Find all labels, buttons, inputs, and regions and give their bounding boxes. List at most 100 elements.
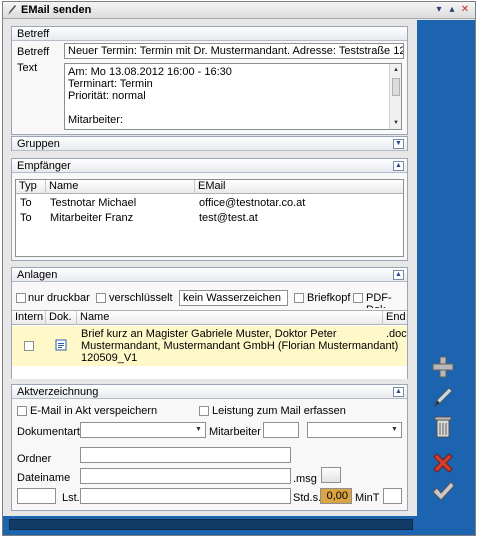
action-sidebar <box>417 20 475 516</box>
wasserzeichen-select[interactable]: kein Wasserzeichen <box>179 290 288 306</box>
empfaenger-section-title: Empfänger <box>17 160 71 172</box>
title-bar: EMail senden ▾ ▴ ✕ <box>3 2 475 19</box>
stds-input[interactable]: 0,00 <box>320 488 352 504</box>
col-typ[interactable]: Typ <box>16 180 46 194</box>
col-email[interactable]: EMail <box>195 180 403 194</box>
mitarbeiter-select[interactable]: ▼ <box>307 422 402 438</box>
verschluesselt-checkbox[interactable] <box>96 293 106 303</box>
email-speichern-checkbox[interactable] <box>17 406 27 416</box>
anlagen-section-header: Anlagen ▲ <box>12 268 407 282</box>
row-name: Testnotar Michael <box>50 197 137 209</box>
mint-label: MinT <box>355 492 380 504</box>
scroll-up-icon[interactable]: ▲ <box>391 65 401 75</box>
attachment-name-line: 120509_V1 <box>81 352 138 364</box>
row-email: test@test.at <box>199 212 258 224</box>
briefkopf-checkbox[interactable] <box>294 293 304 303</box>
scroll-down-icon[interactable]: ▼ <box>391 118 401 128</box>
recipients-table: Typ Name EMail To Testnotar Michael offi… <box>15 179 404 257</box>
word-doc-icon <box>55 339 67 351</box>
attachment-ext: .doc <box>386 328 407 340</box>
collapse-icon[interactable]: ▲ <box>393 161 404 171</box>
aktverzeichnung-section-header: Aktverzeichnung ▲ <box>12 385 407 399</box>
edit-pen-icon[interactable] <box>430 384 456 410</box>
empfaenger-section: Empfänger ▲ Typ Name EMail To Testnotar … <box>11 158 408 261</box>
aktverzeichnung-section-title: Aktverzeichnung <box>17 386 99 398</box>
betreff-section-title: Betreff <box>17 28 50 40</box>
email-send-window: EMail senden ▾ ▴ ✕ Betreff Betreff Neuer… <box>2 1 476 536</box>
status-bar-field <box>9 519 413 530</box>
stds-label: Std.s. <box>293 492 322 504</box>
betreff-label: Betreff <box>17 46 50 58</box>
betreff-section-header: Betreff <box>12 27 407 41</box>
status-bar <box>3 516 475 535</box>
wasserzeichen-value: kein Wasserzeichen <box>183 292 282 304</box>
empfaenger-section-header: Empfänger ▲ <box>12 159 407 173</box>
lst-input[interactable] <box>80 488 291 504</box>
text-line: Mitarbeiter: <box>68 114 124 126</box>
text-line: Priorität: normal <box>68 90 146 102</box>
gruppen-section-header[interactable]: Gruppen ▼ <box>12 137 407 151</box>
row-name: Mitarbeiter Franz <box>50 212 134 224</box>
pdf-dok-label: PDF-Dok <box>366 292 392 308</box>
col-name[interactable]: Name <box>46 180 195 194</box>
col-name[interactable]: Name <box>77 311 383 325</box>
aktverzeichnung-section: Aktverzeichnung ▲ E-Mail in Akt verspeic… <box>11 384 408 511</box>
window-title: EMail senden <box>21 4 92 16</box>
ordner-label: Ordner <box>17 453 52 465</box>
attachment-name-line: Brief kurz an Magister Gabriele Muster, … <box>81 328 337 340</box>
anlagen-section-title: Anlagen <box>17 269 58 281</box>
betreff-input[interactable]: Neuer Termin: Termin mit Dr. Mustermanda… <box>64 43 404 59</box>
intern-checkbox[interactable] <box>24 341 34 351</box>
table-row[interactable]: Brief kurz an Magister Gabriele Muster, … <box>12 326 407 366</box>
leistung-erfassen-label: Leistung zum Mail erfassen <box>212 405 346 417</box>
table-row[interactable]: To Testnotar Michael office@testnotar.co… <box>16 197 403 211</box>
verschluesselt-label: verschlüsselt <box>109 292 173 304</box>
anlagen-section: Anlagen ▲ nur druckbar verschlüsselt kei… <box>11 267 408 379</box>
row-typ: To <box>20 197 32 209</box>
dokumentart-select[interactable]: ▼ <box>80 422 206 438</box>
lst-code-input[interactable] <box>17 488 56 504</box>
text-area[interactable]: Am: Mo 13.08.2012 16:00 - 16:30 Terminar… <box>64 63 402 130</box>
attachment-name: Brief kurz an Magister Gabriele Muster, … <box>81 328 398 364</box>
col-end[interactable]: End <box>383 311 407 325</box>
attachment-name-line: Mustermandant, Mustermandant GmbH (Flori… <box>81 340 399 352</box>
collapse-icon[interactable]: ▲ <box>393 387 404 397</box>
confirm-checkmark-icon[interactable] <box>430 478 456 504</box>
leistung-erfassen-checkbox[interactable] <box>199 406 209 416</box>
minimize-button[interactable]: ▾ <box>433 3 445 17</box>
nur-druckbar-label: nur druckbar <box>28 292 90 304</box>
msg-suffix: .msg <box>293 473 317 485</box>
trash-icon[interactable] <box>430 414 456 440</box>
dateiname-input[interactable] <box>80 468 291 484</box>
pdf-dok-checkbox[interactable] <box>353 293 363 303</box>
text-scrollbar[interactable]: ▲ ▼ <box>389 64 401 129</box>
table-row[interactable]: To Mitarbeiter Franz test@test.at <box>16 212 403 226</box>
attachments-table: Intern Dok. Name End Brief kurz an Magis… <box>12 310 407 379</box>
expand-icon[interactable]: ▼ <box>393 139 404 149</box>
email-speichern-label: E-Mail in Akt verspeichern <box>30 405 158 417</box>
chevron-down-icon[interactable]: ▼ <box>389 424 400 436</box>
ordner-input[interactable] <box>80 447 291 463</box>
col-intern[interactable]: Intern <box>12 311 46 325</box>
chevron-down-icon[interactable]: ▼ <box>193 424 204 436</box>
text-label: Text <box>17 62 38 74</box>
add-icon[interactable] <box>430 354 456 380</box>
lst-label: Lst. <box>62 492 80 504</box>
dokumentart-label: Dokumentart <box>17 426 80 438</box>
col-dok[interactable]: Dok. <box>46 311 77 325</box>
mitarbeiter-label: Mitarbeiter <box>209 426 261 438</box>
collapse-icon[interactable]: ▲ <box>393 270 404 280</box>
nur-druckbar-checkbox[interactable] <box>16 293 26 303</box>
maximize-button[interactable]: ▴ <box>446 3 458 17</box>
briefkopf-label: Briefkopf <box>307 292 351 304</box>
row-email: office@testnotar.co.at <box>199 197 306 209</box>
browse-button[interactable] <box>321 467 341 483</box>
pen-icon <box>8 5 16 15</box>
scroll-thumb[interactable] <box>392 78 400 96</box>
dateiname-label: Dateiname <box>17 472 71 484</box>
close-button[interactable]: ✕ <box>459 3 471 17</box>
mint-input[interactable] <box>383 488 402 504</box>
mitarbeiter-code-input[interactable] <box>263 422 299 438</box>
cancel-icon[interactable] <box>430 450 456 476</box>
anlagen-toolbar: nur druckbar verschlüsselt kein Wasserze… <box>12 288 407 308</box>
